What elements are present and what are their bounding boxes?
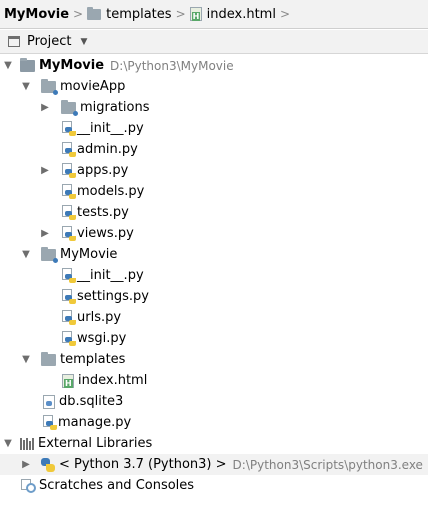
libraries-icon [20, 437, 34, 450]
tree-item-label: db.sqlite3 [59, 394, 124, 409]
python-file-icon [61, 267, 76, 284]
html-file-icon [189, 7, 202, 21]
tree-item-label: migrations [80, 100, 150, 115]
tree-item-templates[interactable]: ▼ templates [0, 349, 428, 370]
tree-item-label: Scratches and Consoles [39, 478, 195, 493]
chevron-right-icon: > [279, 7, 290, 21]
expand-down-icon[interactable]: ▼ [3, 438, 13, 449]
tree-item-models[interactable]: models.py [0, 181, 428, 202]
dropdown-caret-icon[interactable]: ▼ [80, 37, 87, 47]
tree-item-label: manage.py [58, 415, 132, 430]
tree-item-label: movieApp [60, 79, 126, 94]
tree-item-migrations[interactable]: ▶ migrations [0, 97, 428, 118]
tree-item-label: wsgi.py [77, 331, 127, 346]
expand-down-icon[interactable]: ▼ [21, 249, 31, 260]
python-file-icon [61, 162, 76, 179]
tree-item-label: apps.py [77, 163, 129, 178]
tree-item-label: __init__.py [77, 121, 144, 136]
tree-item-mymovie-package[interactable]: ▼ MyMovie [0, 244, 428, 265]
tree-item-db[interactable]: db.sqlite3 [0, 391, 428, 412]
chevron-right-icon: > [73, 7, 84, 21]
scratches-icon [21, 478, 36, 493]
python-file-icon [61, 141, 76, 158]
python-file-icon [61, 183, 76, 200]
tree-item-label: admin.py [77, 142, 138, 157]
tree-item-label: MyMovie [39, 58, 105, 73]
folder-icon [87, 6, 102, 20]
tree-item-movieapp-init[interactable]: __init__.py [0, 118, 428, 139]
breadcrumb-folder-label: templates [106, 6, 172, 22]
python-file-icon [42, 414, 57, 431]
tree-item-tests[interactable]: tests.py [0, 202, 428, 223]
tree-item-admin[interactable]: admin.py [0, 139, 428, 160]
breadcrumb-project[interactable]: MyMovie [0, 0, 69, 28]
tree-item-wsgi[interactable]: wsgi.py [0, 328, 428, 349]
tree-item-label: templates [60, 352, 126, 367]
tree-item-label: External Libraries [38, 436, 153, 451]
tree-item-label: models.py [77, 184, 145, 199]
package-folder-icon [61, 99, 78, 116]
package-folder-icon [41, 246, 58, 263]
expand-down-icon[interactable]: ▼ [21, 81, 31, 92]
python-file-icon [61, 309, 76, 326]
python-file-icon [61, 120, 76, 137]
project-view-icon [8, 36, 20, 47]
tree-item-label: urls.py [77, 310, 122, 325]
tree-item-urls[interactable]: urls.py [0, 307, 428, 328]
tree-item-label: views.py [77, 226, 134, 241]
folder-icon [41, 351, 56, 366]
python-icon [41, 457, 55, 472]
tree-item-mymovie-init[interactable]: __init__.py [0, 265, 428, 286]
python-file-icon [61, 288, 76, 305]
python-file-icon [61, 204, 76, 221]
expand-right-icon[interactable]: ▶ [40, 102, 50, 113]
tree-item-root[interactable]: ▼ MyMovie D:\Python3\MyMovie [0, 55, 428, 76]
breadcrumb-folder[interactable]: templates [87, 0, 172, 28]
tree-item-label: tests.py [77, 205, 129, 220]
tree-item-index-html[interactable]: index.html [0, 370, 428, 391]
tree-item-label: < Python 3.7 (Python3) > [59, 457, 227, 472]
html-file-icon [62, 373, 74, 388]
project-view-selector[interactable]: Project [27, 34, 71, 49]
tree-item-label: __init__.py [77, 268, 144, 283]
tree-item-label: index.html [78, 373, 148, 388]
chevron-right-icon: > [175, 7, 186, 21]
tree-item-external-libraries[interactable]: ▼ External Libraries [0, 433, 428, 454]
database-file-icon [43, 394, 55, 409]
expand-right-icon[interactable]: ▶ [40, 165, 50, 176]
expand-right-icon[interactable]: ▶ [21, 459, 31, 470]
expand-down-icon[interactable]: ▼ [21, 354, 31, 365]
tree-item-path: D:\Python3\MyMovie [110, 58, 234, 73]
tree-item-apps[interactable]: ▶ apps.py [0, 160, 428, 181]
project-folder-icon [20, 57, 35, 72]
expand-right-icon[interactable]: ▶ [40, 228, 50, 239]
tree-item-manage[interactable]: manage.py [0, 412, 428, 433]
tree-item-label: MyMovie [60, 247, 118, 262]
tree-item-label: settings.py [77, 289, 149, 304]
breadcrumb-project-label: MyMovie [4, 6, 70, 22]
breadcrumb-file-label: index.html [206, 6, 276, 22]
tree-item-settings[interactable]: settings.py [0, 286, 428, 307]
python-file-icon [61, 330, 76, 347]
expand-down-icon[interactable]: ▼ [3, 60, 13, 71]
python-file-icon [61, 225, 76, 242]
breadcrumb: MyMovie > templates > index.html > [0, 0, 428, 29]
breadcrumb-file[interactable]: index.html [189, 0, 276, 28]
tree-item-views[interactable]: ▶ views.py [0, 223, 428, 244]
tree-item-python-sdk[interactable]: ▶ < Python 3.7 (Python3) > D:\Python3\Sc… [0, 454, 428, 475]
tree-item-scratches[interactable]: Scratches and Consoles [0, 475, 428, 496]
project-toolbar: Project ▼ [0, 30, 428, 54]
tree-item-movieapp[interactable]: ▼ movieApp [0, 76, 428, 97]
tree-item-path: D:\Python3\Scripts\python3.exe [232, 457, 423, 472]
package-folder-icon [41, 78, 58, 95]
